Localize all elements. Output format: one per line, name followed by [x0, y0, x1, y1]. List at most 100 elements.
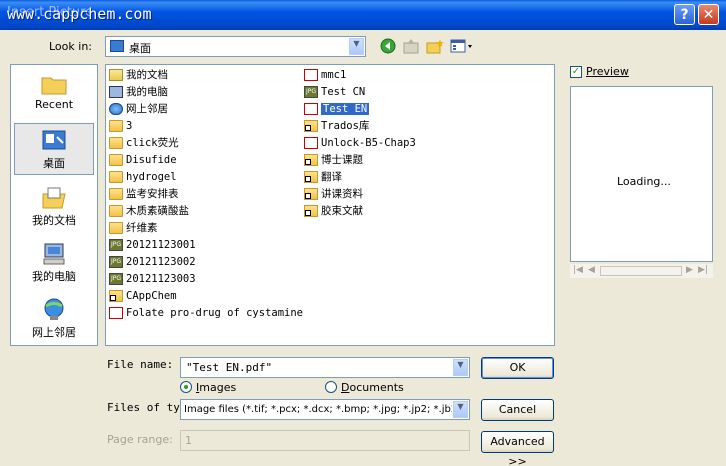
file-item[interactable]: click荧光: [109, 135, 179, 151]
open-file-dialog: Insert Picture www.cappchem.com ? ✕ Look…: [0, 0, 726, 466]
file-item-name: 翻译: [321, 171, 342, 183]
my-computer-icon: [109, 86, 123, 98]
file-item[interactable]: hydrogel: [109, 169, 177, 185]
images-radio-rest: mages: [199, 381, 237, 394]
file-name-label: File name:: [107, 358, 174, 371]
file-item[interactable]: 我的电脑: [109, 84, 168, 100]
file-item[interactable]: 胶束文献: [304, 203, 363, 219]
place-my-computer[interactable]: 我的电脑: [14, 237, 94, 289]
network-icon: [44, 298, 64, 320]
file-item[interactable]: Unlock-B5-Chap3: [304, 135, 416, 151]
jpg-file-icon: JPG: [109, 239, 123, 251]
file-item[interactable]: 3: [109, 118, 132, 134]
up-folder-icon[interactable]: [403, 38, 419, 54]
images-radio-label: Images: [196, 381, 237, 394]
file-item[interactable]: JPG 20121123001: [109, 237, 196, 253]
folder-icon: [109, 222, 123, 234]
file-item[interactable]: 讲课资料: [304, 186, 363, 202]
file-item-name: 20121123002: [126, 256, 196, 268]
place-desktop[interactable]: 桌面: [14, 123, 94, 175]
folder-icon: [109, 205, 123, 217]
look-in-dropdown[interactable]: 桌面 ▼: [105, 36, 366, 57]
file-item[interactable]: 木质素磺酸盐: [109, 203, 189, 219]
my-documents-icon: [42, 187, 66, 209]
ok-button[interactable]: OK: [481, 357, 554, 379]
help-button[interactable]: ?: [674, 4, 695, 25]
file-item[interactable]: mmc1: [304, 67, 346, 83]
file-item-name: 网上邻居: [126, 103, 168, 115]
file-item-name: Unlock-B5-Chap3: [321, 137, 416, 149]
views-icon[interactable]: [450, 38, 474, 54]
file-item-name: 我的电脑: [126, 86, 168, 98]
file-item-name: 博士课题: [321, 154, 363, 166]
file-item[interactable]: 纤维素: [109, 220, 158, 236]
preview-loading-text: Loading...: [617, 175, 671, 188]
file-item-name: 20121123003: [126, 273, 196, 285]
file-item[interactable]: Folate pro-drug of cystamine: [109, 305, 303, 321]
file-item[interactable]: 翻译: [304, 169, 342, 185]
cancel-button[interactable]: Cancel: [481, 399, 554, 421]
file-item[interactable]: JPG Test CN: [304, 84, 365, 100]
place-network[interactable]: 网上邻居: [14, 293, 94, 345]
file-item[interactable]: 我的文档: [109, 67, 168, 83]
folder-shortcut-icon: [109, 290, 123, 302]
my-computer-icon: [43, 243, 65, 265]
file-item[interactable]: Trados库: [304, 118, 369, 134]
preview-scrollbar[interactable]: |◀ ◀ ▶ ▶|: [570, 264, 713, 278]
look-in-label: Look in:: [49, 40, 92, 53]
file-item-name: 20121123001: [126, 239, 196, 251]
place-recent[interactable]: Recent: [14, 67, 94, 119]
files-of-type-value: Image files (*.tif; *.pcx; *.dcx; *.bmp;…: [184, 404, 452, 415]
pdf-file-icon: [304, 103, 318, 115]
file-item[interactable]: 博士课题: [304, 152, 363, 168]
title-bar: Insert Picture www.cappchem.com ? ✕: [0, 0, 726, 30]
new-folder-icon[interactable]: [426, 38, 444, 54]
documents-radio[interactable]: [325, 381, 337, 393]
file-item-name: 我的文档: [126, 69, 168, 81]
first-page-icon[interactable]: |◀: [573, 265, 583, 275]
page-range-input[interactable]: 1: [180, 430, 470, 451]
next-page-icon[interactable]: ▶: [686, 265, 693, 275]
preview-slider-track[interactable]: [600, 266, 682, 276]
file-item-name: Test CN: [321, 86, 366, 98]
chevron-down-icon[interactable]: ▼: [349, 38, 364, 55]
prev-page-icon[interactable]: ◀: [588, 265, 595, 275]
advanced-button[interactable]: Advanced >>: [481, 431, 554, 466]
file-item-name: click荧光: [126, 137, 179, 149]
file-name-combo[interactable]: "Test EN.pdf" ▼: [180, 357, 470, 378]
file-item[interactable]: CAppChem: [109, 288, 177, 304]
folder-shortcut-icon: [304, 154, 318, 166]
images-radio[interactable]: [180, 381, 192, 393]
folder-shortcut-icon: [304, 171, 318, 183]
file-item[interactable]: JPG 20121123003: [109, 271, 196, 287]
file-item[interactable]: 网上邻居: [109, 101, 168, 117]
page-range-label: Page range:: [107, 433, 173, 446]
folder-icon: [109, 120, 123, 132]
pdf-file-icon: [304, 69, 318, 81]
file-item[interactable]: Test EN: [304, 101, 370, 117]
file-item[interactable]: 监考安排表: [109, 186, 179, 202]
file-name-value[interactable]: "Test EN.pdf": [186, 361, 272, 374]
file-item-name: CAppChem: [126, 290, 177, 302]
file-item-name: 胶束文献: [321, 205, 363, 217]
places-bar: Recent 桌面 我的文档 我的电脑 网上邻居: [10, 64, 98, 346]
file-item-name: Test EN: [321, 103, 370, 115]
chevron-down-icon[interactable]: ▼: [453, 359, 468, 376]
file-list[interactable]: 我的文档我的电脑网上邻居 3 click荧光 Disufide hydrogel 监考安排…: [105, 64, 555, 346]
file-item[interactable]: Disufide: [109, 152, 177, 168]
folder-icon: [109, 171, 123, 183]
jpg-file-icon: JPG: [109, 256, 123, 268]
back-icon[interactable]: [380, 38, 396, 54]
last-page-icon[interactable]: ▶|: [698, 265, 708, 275]
preview-checkbox[interactable]: ✓: [570, 66, 582, 78]
desktop-icon: [42, 130, 66, 150]
file-item[interactable]: JPG 20121123002: [109, 254, 196, 270]
close-button[interactable]: ✕: [698, 4, 719, 25]
file-item-name: 监考安排表: [126, 188, 179, 200]
chevron-down-icon[interactable]: ▼: [453, 401, 468, 418]
preview-pane: Loading...: [570, 86, 713, 262]
folder-icon: [109, 188, 123, 200]
file-item-name: Trados库: [321, 120, 370, 132]
place-my-documents[interactable]: 我的文档: [14, 181, 94, 233]
files-of-type-dropdown[interactable]: Image files (*.tif; *.pcx; *.dcx; *.bmp;…: [180, 399, 470, 420]
